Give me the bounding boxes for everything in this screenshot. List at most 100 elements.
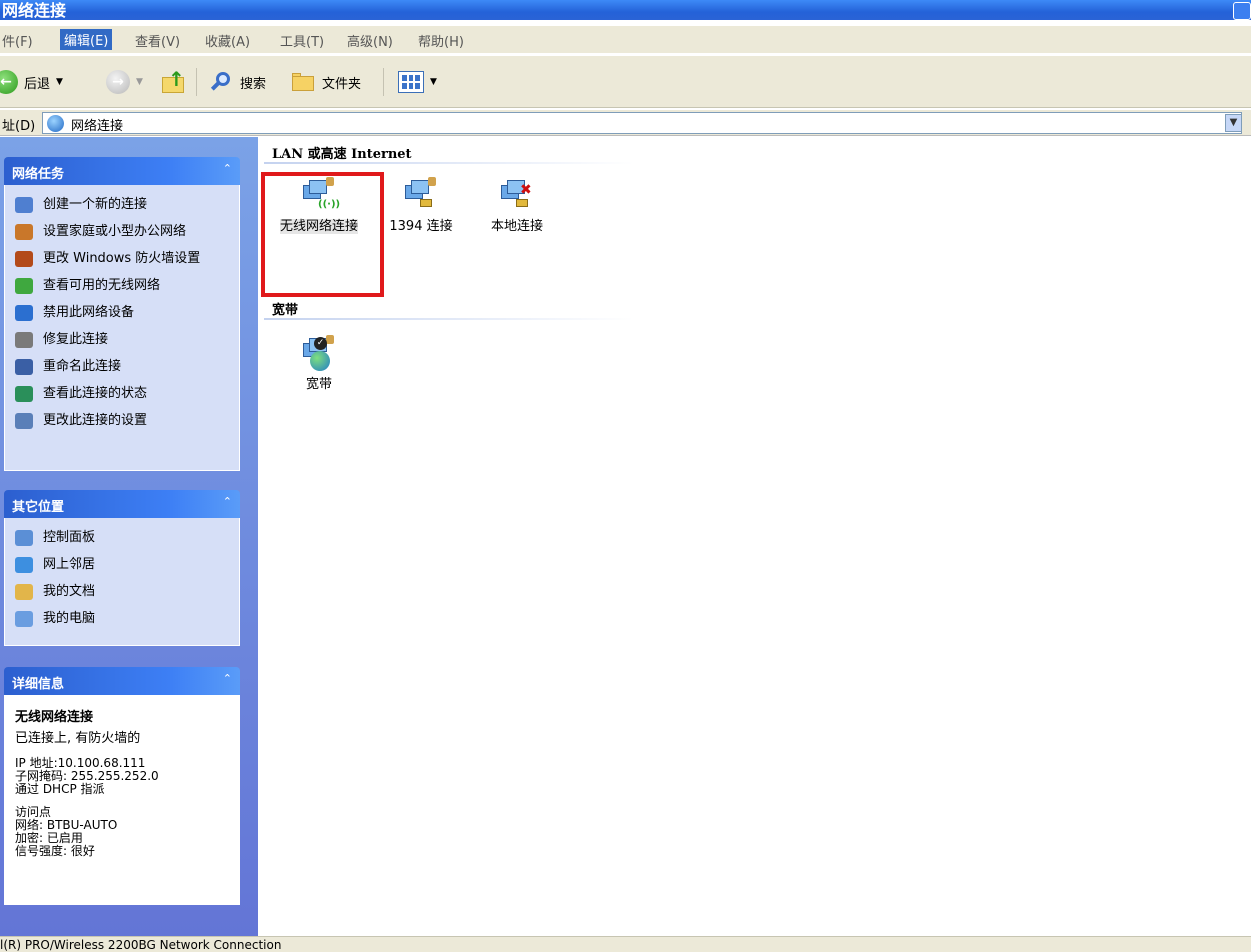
network-tasks-header[interactable]: 网络任务 ⌃ <box>4 157 240 185</box>
menu-bar: 件(F) 编辑(E) 查看(V) 收藏(A) 工具(T) 高级(N) 帮助(H) <box>0 26 1251 54</box>
toolbar: ← 后退 ▼ → ▼ ↑ 搜索 文件夹 ▼ <box>0 56 1251 108</box>
my-documents-icon <box>15 584 33 600</box>
my-computer-icon <box>15 611 33 627</box>
task-link[interactable]: 我的文档 <box>5 582 239 602</box>
collapse-chevron-icon[interactable]: ⌃ <box>223 162 232 175</box>
task-link[interactable]: 更改 Windows 防火墙设置 <box>5 249 239 269</box>
address-bar: 址(D) 网络连接 ▼ <box>0 110 1251 136</box>
task-label: 网上邻居 <box>43 557 96 572</box>
task-label: 设置家庭或小型办公网络 <box>43 224 187 239</box>
task-link[interactable]: 修复此连接 <box>5 330 239 350</box>
details-line: 通过 DHCP 指派 <box>15 782 105 796</box>
1394-connection-icon <box>402 177 440 215</box>
back-label: 后退 <box>24 76 51 92</box>
views-icon <box>398 71 424 93</box>
menu-help[interactable]: 帮助(H) <box>418 31 464 50</box>
home-network-icon <box>15 224 33 240</box>
task-link[interactable]: 更改此连接的设置 <box>5 411 239 431</box>
group-header-broadband: 宽带 <box>272 303 299 318</box>
connection-broadband[interactable]: ✓ 宽带 <box>274 335 364 392</box>
details-line: 信号强度: 很好 <box>15 844 95 858</box>
other-places-list: 控制面板网上邻居我的文档我的电脑 <box>4 518 240 646</box>
network-tasks-title: 网络任务 <box>12 167 65 182</box>
group-divider <box>264 318 634 320</box>
task-label: 重命名此连接 <box>43 359 122 374</box>
task-link[interactable]: 查看可用的无线网络 <box>5 276 239 296</box>
details-body: 无线网络连接 已连接上, 有防火墙的 IP 地址:10.100.68.111 子… <box>4 695 240 905</box>
task-link[interactable]: 我的电脑 <box>5 609 239 629</box>
network-tasks-panel: 网络任务 ⌃ 创建一个新的连接设置家庭或小型办公网络更改 Windows 防火墙… <box>4 157 240 471</box>
folders-label: 文件夹 <box>322 76 362 92</box>
task-link[interactable]: 设置家庭或小型办公网络 <box>5 222 239 242</box>
toolbar-separator <box>383 68 384 96</box>
folder-icon <box>290 71 316 93</box>
forward-button[interactable]: → ▼ <box>106 70 143 94</box>
details-panel: 详细信息 ⌃ 无线网络连接 已连接上, 有防火墙的 IP 地址:10.100.6… <box>4 667 240 905</box>
network-connections-icon <box>47 115 64 132</box>
disable-device-icon <box>15 305 33 321</box>
network-tasks-list: 创建一个新的连接设置家庭或小型办公网络更改 Windows 防火墙设置查看可用的… <box>4 185 240 471</box>
minimize-button[interactable] <box>1233 2 1251 20</box>
other-places-header[interactable]: 其它位置 ⌃ <box>4 490 240 518</box>
task-label: 查看可用的无线网络 <box>43 278 161 293</box>
wireless-connection-icon: ((·)) <box>300 177 340 215</box>
firewall-icon <box>15 251 33 267</box>
repair-icon <box>15 332 33 348</box>
details-access-point: 访问点 网络: BTBU-AUTO 加密: 已启用 信号强度: 很好 <box>15 806 229 858</box>
task-label: 创建一个新的连接 <box>43 197 148 212</box>
address-label: 址(D) <box>2 119 36 134</box>
views-dropdown-icon[interactable]: ▼ <box>430 77 437 87</box>
connection-label: 无线网络连接 <box>279 219 358 234</box>
connection-local[interactable]: ✖ 本地连接 <box>472 177 562 234</box>
up-folder-button[interactable]: ↑ <box>160 67 186 95</box>
details-status: 已连接上, 有防火墙的 <box>15 731 141 746</box>
collapse-chevron-icon[interactable]: ⌃ <box>223 672 232 685</box>
control-panel-icon <box>15 530 33 546</box>
task-link[interactable]: 查看此连接的状态 <box>5 384 239 404</box>
task-link[interactable]: 创建一个新的连接 <box>5 195 239 215</box>
menu-tools[interactable]: 工具(T) <box>280 31 324 50</box>
title-bar: 网络连接 <box>0 0 1251 20</box>
task-link[interactable]: 控制面板 <box>5 528 239 548</box>
back-button[interactable]: ← 后退 ▼ <box>0 70 63 94</box>
menu-advanced[interactable]: 高级(N) <box>347 31 393 50</box>
task-label: 更改此连接的设置 <box>43 413 148 428</box>
menu-file[interactable]: 件(F) <box>2 31 33 50</box>
details-connection-name: 无线网络连接 <box>15 710 94 725</box>
settings-icon <box>15 413 33 429</box>
menu-edit[interactable]: 编辑(E) <box>60 29 113 50</box>
task-link[interactable]: 禁用此网络设备 <box>5 303 239 323</box>
menu-favorites[interactable]: 收藏(A) <box>205 31 250 50</box>
search-label: 搜索 <box>240 76 267 92</box>
connection-1394[interactable]: 1394 连接 <box>376 177 466 234</box>
toolbar-separator <box>196 68 197 96</box>
collapse-chevron-icon[interactable]: ⌃ <box>223 495 232 508</box>
forward-arrow-icon: → <box>106 70 130 94</box>
folders-button[interactable]: 文件夹 <box>290 71 361 93</box>
network-places-icon <box>15 557 33 573</box>
back-dropdown-icon[interactable]: ▼ <box>56 77 63 87</box>
task-label: 我的电脑 <box>43 611 96 626</box>
connection-wireless[interactable]: ((·)) 无线网络连接 <box>274 177 364 234</box>
connection-label: 1394 连接 <box>389 219 453 234</box>
back-arrow-icon: ← <box>0 70 18 94</box>
window-title: 网络连接 <box>2 1 67 20</box>
details-title: 详细信息 <box>12 677 65 692</box>
details-header[interactable]: 详细信息 ⌃ <box>4 667 240 695</box>
task-label: 查看此连接的状态 <box>43 386 148 401</box>
views-button[interactable]: ▼ <box>398 71 437 93</box>
forward-dropdown-icon[interactable]: ▼ <box>136 77 143 87</box>
task-label: 控制面板 <box>43 530 96 545</box>
address-field[interactable]: 网络连接 <box>42 112 1242 134</box>
task-link[interactable]: 网上邻居 <box>5 555 239 575</box>
group-header-lan: LAN 或高速 Internet <box>272 147 412 162</box>
task-pane: 网络任务 ⌃ 创建一个新的连接设置家庭或小型办公网络更改 Windows 防火墙… <box>0 137 258 936</box>
up-folder-icon: ↑ <box>160 67 186 95</box>
other-places-panel: 其它位置 ⌃ 控制面板网上邻居我的文档我的电脑 <box>4 490 240 646</box>
task-label: 禁用此网络设备 <box>43 305 135 320</box>
menu-view[interactable]: 查看(V) <box>135 31 180 50</box>
search-button[interactable]: 搜索 <box>210 70 266 94</box>
address-dropdown-button[interactable]: ▼ <box>1225 114 1242 132</box>
task-link[interactable]: 重命名此连接 <box>5 357 239 377</box>
task-label: 修复此连接 <box>43 332 109 347</box>
